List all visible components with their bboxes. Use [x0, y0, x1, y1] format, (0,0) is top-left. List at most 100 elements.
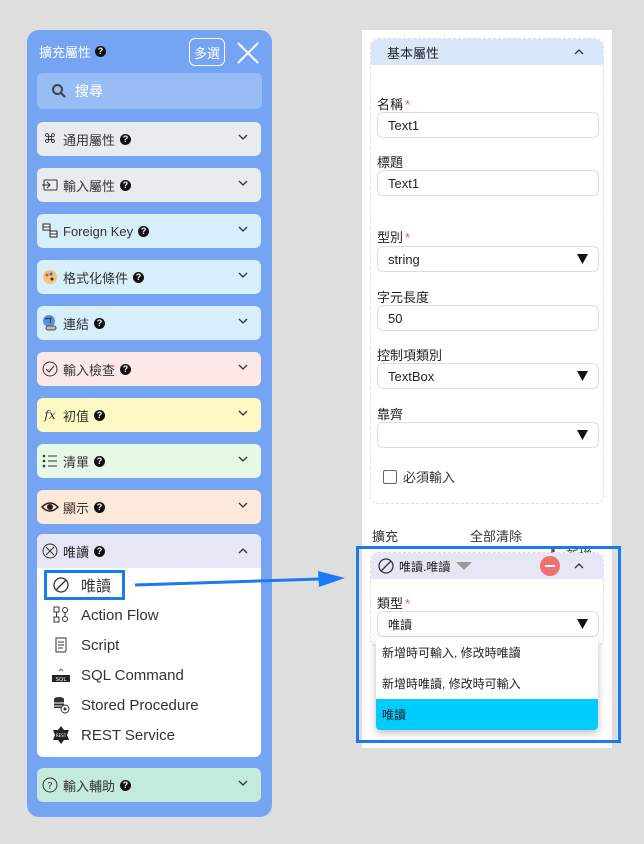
- required-checkbox[interactable]: 必須輸入: [383, 467, 455, 486]
- section-label: 清單: [63, 454, 90, 470]
- readonly-item-sql-command[interactable]: SQL SQL Command: [37, 660, 261, 690]
- chevron-up-icon[interactable]: [573, 46, 585, 58]
- section-label: 輸入屬性: [63, 178, 116, 194]
- chevron-up-icon[interactable]: [237, 545, 249, 557]
- dropdown-triangle-icon: [577, 430, 588, 440]
- chevron-down-icon[interactable]: [237, 315, 249, 327]
- list-icon: [42, 454, 57, 468]
- palette-icon: [43, 270, 57, 284]
- function-icon: fx: [44, 408, 56, 422]
- panel-title: 擴充屬性 ?: [39, 42, 107, 61]
- readonly-item-script[interactable]: Script: [37, 630, 261, 660]
- readonly-item-action-flow[interactable]: Action Flow: [37, 600, 261, 630]
- help-icon[interactable]: ?: [94, 409, 106, 421]
- section-list[interactable]: 清單 ?: [37, 444, 261, 478]
- basic-properties-header[interactable]: 基本屬性: [371, 39, 603, 65]
- section-format-condition[interactable]: 格式化條件 ?: [37, 260, 261, 294]
- extensions-label: 擴充: [372, 529, 399, 544]
- section-readonly-header[interactable]: 唯讀 ?: [37, 534, 261, 568]
- help-icon[interactable]: ?: [94, 455, 106, 467]
- section-label: 輸入檢查: [63, 362, 116, 378]
- section-input-validation[interactable]: 輸入檢查 ?: [37, 352, 261, 386]
- help-icon[interactable]: ?: [138, 225, 150, 237]
- control-type-label: 控制項類別: [377, 348, 443, 363]
- search-icon: [52, 84, 66, 98]
- section-input[interactable]: 輸入屬性 ?: [37, 168, 261, 202]
- required-checkbox-label: 必須輸入: [403, 470, 456, 485]
- section-label: 連結: [63, 316, 90, 332]
- panel-title-text: 擴充屬性: [39, 45, 92, 60]
- link-globe-icon: [43, 315, 57, 331]
- search-input[interactable]: 搜尋: [37, 73, 262, 109]
- question-circle-icon: ?: [42, 777, 58, 793]
- chevron-down-icon[interactable]: [237, 177, 249, 189]
- eye-icon: [41, 502, 59, 512]
- name-input[interactable]: Text1: [377, 112, 599, 138]
- check-circle-icon: [42, 361, 58, 377]
- checkbox-box[interactable]: [383, 469, 397, 484]
- section-input-assist[interactable]: ? 輸入輔助 ?: [37, 768, 261, 802]
- chevron-down-icon[interactable]: [237, 453, 249, 465]
- control-type-select[interactable]: TextBox: [377, 363, 599, 389]
- chevron-down-icon[interactable]: [237, 777, 249, 789]
- caption-input[interactable]: Text1: [377, 170, 599, 196]
- svg-text:?: ?: [47, 781, 52, 792]
- svg-text:SQL: SQL: [56, 677, 68, 683]
- caption-label: 標題: [377, 155, 404, 170]
- foreign-key-icon: [42, 223, 58, 238]
- extensions-toolbar: 擴充 全部清除 新增: [372, 526, 604, 563]
- readonly-circle-icon: [42, 543, 58, 559]
- basic-properties-card: 基本屬性 名稱 * Text1 標題 Text1 型別 * string 字元長度 …: [370, 38, 604, 504]
- annotation-highlight-box: [356, 546, 621, 743]
- chevron-down-icon[interactable]: [237, 269, 249, 281]
- close-icon[interactable]: [235, 40, 261, 66]
- help-icon[interactable]: ?: [120, 779, 132, 791]
- input-icon: [42, 179, 58, 191]
- chevron-down-icon[interactable]: [237, 407, 249, 419]
- length-input[interactable]: 50: [377, 305, 599, 331]
- readonly-item-rest-service[interactable]: REST REST Service: [37, 720, 261, 750]
- item-label: Stored Procedure: [81, 696, 199, 714]
- control-type-select-value: TextBox: [388, 368, 435, 384]
- section-display[interactable]: 顯示 ?: [37, 490, 261, 524]
- chevron-down-icon[interactable]: [237, 361, 249, 373]
- item-label: SQL Command: [81, 666, 184, 684]
- sql-icon: SQL: [52, 668, 70, 683]
- section-initial-value[interactable]: fx 初值 ?: [37, 398, 261, 432]
- chevron-down-icon[interactable]: [237, 499, 249, 511]
- rest-service-icon: REST: [53, 726, 69, 744]
- type-select-value: string: [388, 251, 420, 267]
- section-link[interactable]: 連結 ?: [37, 306, 261, 340]
- stored-procedure-icon: [54, 697, 70, 714]
- dropdown-triangle-icon: [577, 254, 588, 264]
- chevron-down-icon[interactable]: [237, 223, 249, 235]
- multi-select-button[interactable]: 多選: [189, 38, 225, 66]
- section-label: 唯讀: [63, 544, 90, 560]
- extension-properties-panel: 擴充屬性 ? 多選 搜尋 ⌘ 通用屬性 ? 輸入屬性 ? Foreign Key…: [27, 30, 272, 817]
- section-general[interactable]: ⌘ 通用屬性 ?: [37, 122, 261, 156]
- name-label: 名稱 *: [377, 97, 411, 112]
- help-icon[interactable]: ?: [120, 363, 132, 375]
- action-flow-icon: [53, 606, 68, 623]
- help-icon[interactable]: ?: [94, 545, 106, 557]
- help-icon[interactable]: ?: [120, 179, 132, 191]
- clear-all-button[interactable]: 全部清除: [470, 526, 522, 545]
- section-label: 顯示: [63, 500, 90, 516]
- section-foreign-key[interactable]: Foreign Key ?: [37, 214, 261, 248]
- help-icon[interactable]: ?: [95, 46, 107, 57]
- type-select[interactable]: string: [377, 246, 599, 272]
- item-label: Script: [81, 636, 120, 654]
- svg-text:REST: REST: [56, 733, 67, 738]
- item-label: 唯讀: [81, 577, 112, 595]
- readonly-item-stored-procedure[interactable]: Stored Procedure: [37, 690, 261, 720]
- item-label: Action Flow: [81, 606, 159, 624]
- section-label: 格式化條件: [63, 270, 129, 286]
- command-icon: ⌘: [43, 131, 57, 146]
- help-icon[interactable]: ?: [120, 133, 132, 145]
- chevron-down-icon[interactable]: [237, 131, 249, 143]
- align-select[interactable]: [377, 422, 599, 448]
- help-icon[interactable]: ?: [133, 271, 145, 283]
- help-icon[interactable]: ?: [94, 501, 106, 513]
- search-placeholder: 搜尋: [75, 83, 103, 99]
- help-icon[interactable]: ?: [94, 317, 106, 329]
